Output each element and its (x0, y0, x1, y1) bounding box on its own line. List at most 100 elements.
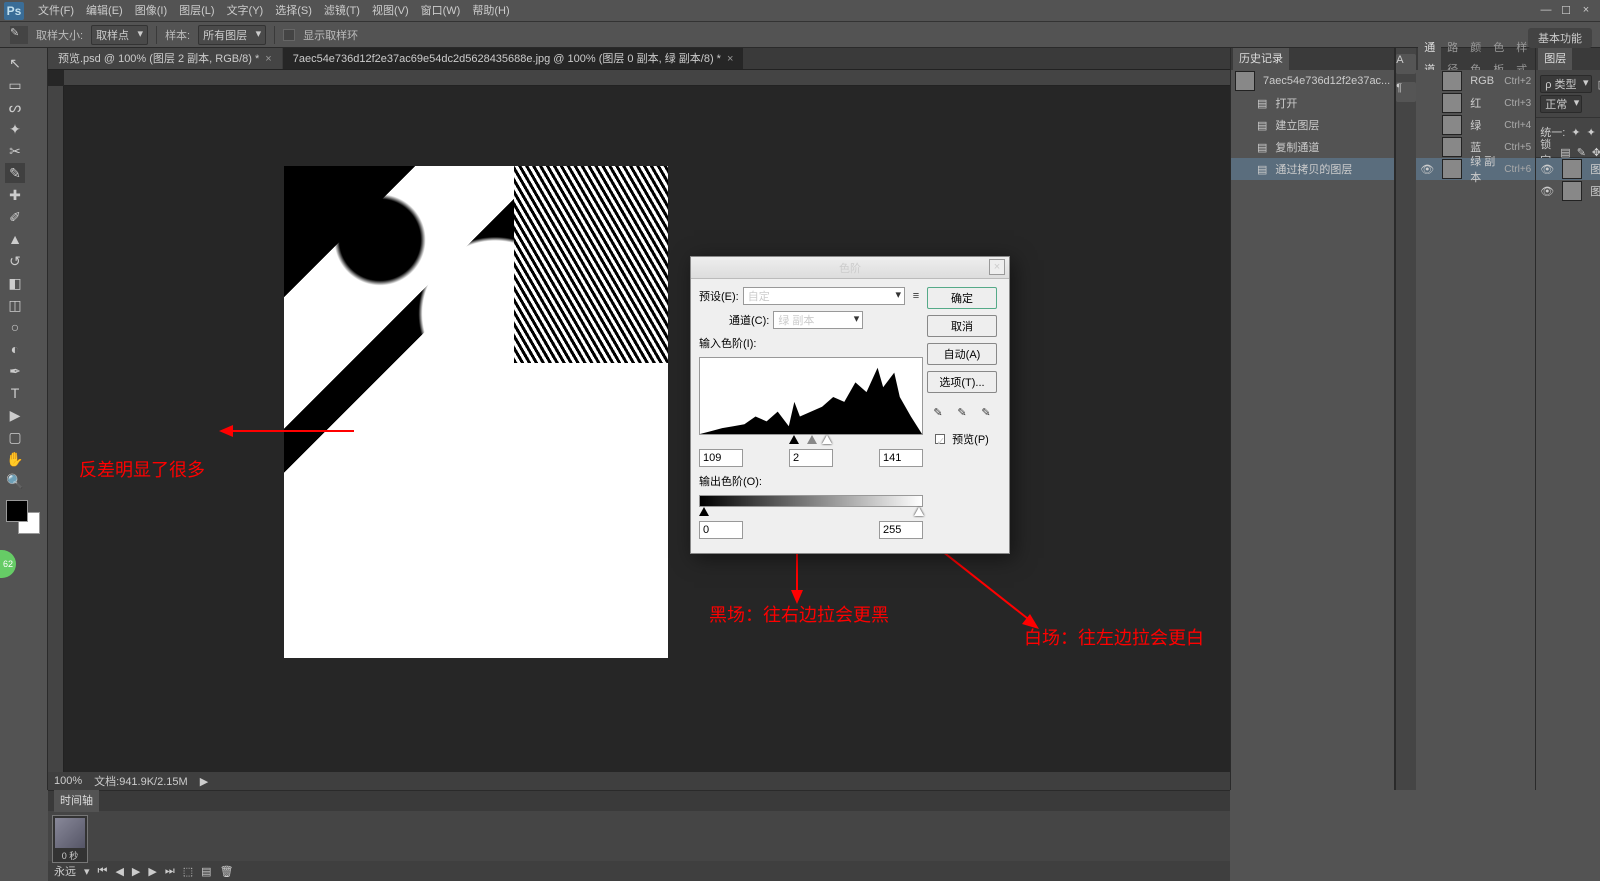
tab-close-icon[interactable]: × (265, 48, 271, 70)
history-tab[interactable]: 历史记录 (1233, 48, 1289, 70)
next-frame-button[interactable]: ▶ (148, 865, 156, 878)
visibility-icon[interactable]: 👁 (1420, 163, 1434, 176)
brush-tool[interactable]: ✐ (5, 207, 25, 227)
white-point-slider[interactable] (822, 435, 832, 444)
layer-filter-select[interactable]: ρ 类型 (1540, 75, 1591, 93)
document-tab[interactable]: 7aec54e736d12f2e37ac69e54dc2d5628435688e… (283, 48, 744, 69)
black-point-slider[interactable] (789, 435, 799, 444)
history-item[interactable]: ▤通过拷贝的图层 (1231, 158, 1394, 180)
layers-tab[interactable]: 图层 (1538, 48, 1572, 70)
sample-select[interactable]: 所有图层 (198, 25, 266, 45)
last-frame-button[interactable]: ⏭ (165, 865, 175, 878)
new-frame-button[interactable]: ▤ (201, 865, 211, 878)
midtone-slider[interactable] (807, 435, 817, 444)
preview-checkbox-label[interactable]: 预览(P) (952, 431, 989, 447)
character-panel-icon[interactable]: A (1396, 54, 1416, 74)
output-black-field[interactable] (699, 521, 743, 539)
blur-tool[interactable]: ○ (5, 317, 25, 337)
black-eyedropper-icon[interactable]: ✎ (929, 403, 947, 421)
menu-image[interactable]: 图像(I) (129, 0, 173, 22)
options-button[interactable]: 选项(T)... (927, 371, 997, 393)
visibility-icon[interactable]: 👁 (1540, 185, 1554, 198)
lasso-tool[interactable]: ᔕ (5, 97, 25, 117)
menu-text[interactable]: 文字(Y) (221, 0, 270, 22)
quick-select-tool[interactable]: ✦ (5, 119, 25, 139)
menu-help[interactable]: 帮助(H) (466, 0, 515, 22)
output-white-field[interactable] (879, 521, 923, 539)
zoom-tool[interactable]: 🔍 (5, 471, 25, 491)
history-item[interactable]: ▤打开 (1231, 92, 1394, 114)
hand-tool[interactable]: ✋ (5, 449, 25, 469)
channel-row[interactable]: 👁绿 副本Ctrl+6 (1416, 158, 1535, 180)
ok-button[interactable]: 确定 (927, 287, 997, 309)
cancel-button[interactable]: 取消 (927, 315, 997, 337)
history-item[interactable]: ▤复制通道 (1231, 136, 1394, 158)
dodge-tool[interactable]: ◐ (5, 339, 25, 359)
preset-select[interactable]: 自定 (743, 287, 905, 305)
zoom-level[interactable]: 100% (54, 775, 82, 787)
text-tool[interactable]: T (5, 383, 25, 403)
stamp-tool[interactable]: ▲ (5, 229, 25, 249)
menu-filter[interactable]: 滤镜(T) (318, 0, 366, 22)
output-black-slider[interactable] (699, 507, 709, 516)
document-tab[interactable]: 预览.psd @ 100% (图层 2 副本, RGB/8) *× (48, 48, 282, 69)
auto-button[interactable]: 自动(A) (927, 343, 997, 365)
delete-frame-button[interactable]: 🗑 (220, 865, 234, 878)
marquee-tool[interactable]: ▭ (5, 75, 25, 95)
show-ring-checkbox[interactable] (283, 29, 295, 41)
channel-row[interactable]: 红Ctrl+3 (1416, 92, 1535, 114)
menu-window[interactable]: 窗口(W) (415, 0, 467, 22)
output-white-slider[interactable] (914, 507, 924, 516)
gradient-tool[interactable]: ◫ (5, 295, 25, 315)
pen-tool[interactable]: ✒ (5, 361, 25, 381)
visibility-icon[interactable]: 👁 (1540, 163, 1554, 176)
input-mid-field[interactable] (789, 449, 833, 467)
first-frame-button[interactable]: ⏮ (98, 865, 108, 878)
crop-tool[interactable]: ✂ (5, 141, 25, 161)
maximize-button[interactable]: ☐ (1560, 4, 1572, 17)
close-button[interactable]: × (1580, 4, 1592, 17)
history-brush-tool[interactable]: ↺ (5, 251, 25, 271)
menu-select[interactable]: 选择(S) (269, 0, 318, 22)
menu-edit[interactable]: 编辑(E) (80, 0, 129, 22)
canvas[interactable]: 反差明显了很多 黑场：往右边拉会更黑 白场：往左边拉会更白 (64, 86, 1230, 788)
frame-duration[interactable]: 0 秒 (53, 849, 87, 862)
timeline-frame[interactable]: 0 秒 (52, 815, 88, 863)
move-tool[interactable]: ↖ (5, 53, 25, 73)
white-eyedropper-icon[interactable]: ✎ (977, 403, 995, 421)
output-slider[interactable] (699, 509, 923, 515)
heal-tool[interactable]: ✚ (5, 185, 25, 205)
shape-tool[interactable]: ▢ (5, 427, 25, 447)
current-tool-icon[interactable]: ✎ (10, 26, 28, 44)
layer-row[interactable]: 👁图层 0 副本 (1536, 158, 1600, 180)
preset-menu-icon[interactable]: ≡ (909, 290, 923, 302)
eyedropper-tool[interactable]: ✎ (5, 163, 25, 183)
menu-file[interactable]: 文件(F) (32, 0, 80, 22)
dialog-close-button[interactable]: × (989, 259, 1005, 275)
path-select-tool[interactable]: ▶ (5, 405, 25, 425)
play-button[interactable]: ▶ (132, 865, 140, 878)
channel-row[interactable]: RGBCtrl+2 (1416, 70, 1535, 92)
menu-view[interactable]: 视图(V) (366, 0, 415, 22)
eraser-tool[interactable]: ◧ (5, 273, 25, 293)
prev-frame-button[interactable]: ◀ (115, 865, 123, 878)
color-swatches[interactable] (4, 500, 43, 536)
channel-select[interactable]: 绿 副本 (773, 311, 863, 329)
sample-size-select[interactable]: 取样点 (91, 25, 148, 45)
paragraph-panel-icon[interactable]: ¶ (1396, 82, 1416, 102)
input-white-field[interactable] (879, 449, 923, 467)
minimize-button[interactable]: — (1540, 4, 1552, 17)
menu-layer[interactable]: 图层(L) (173, 0, 220, 22)
gray-eyedropper-icon[interactable]: ✎ (953, 403, 971, 421)
foreground-color[interactable] (6, 500, 28, 522)
layer-row[interactable]: 👁图层 0 (1536, 180, 1600, 202)
workspace-switcher[interactable]: 基本功能 (1528, 28, 1592, 48)
tween-button[interactable]: ⬚ (183, 865, 193, 878)
history-item[interactable]: ▤建立图层 (1231, 114, 1394, 136)
blend-mode-select[interactable]: 正常 (1540, 95, 1582, 113)
input-black-field[interactable] (699, 449, 743, 467)
loop-select[interactable]: 永远 (54, 863, 76, 879)
history-source[interactable]: 7aec54e736d12f2e37ac... (1231, 70, 1394, 92)
channel-row[interactable]: 绿Ctrl+4 (1416, 114, 1535, 136)
tab-close-icon[interactable]: × (727, 48, 733, 70)
